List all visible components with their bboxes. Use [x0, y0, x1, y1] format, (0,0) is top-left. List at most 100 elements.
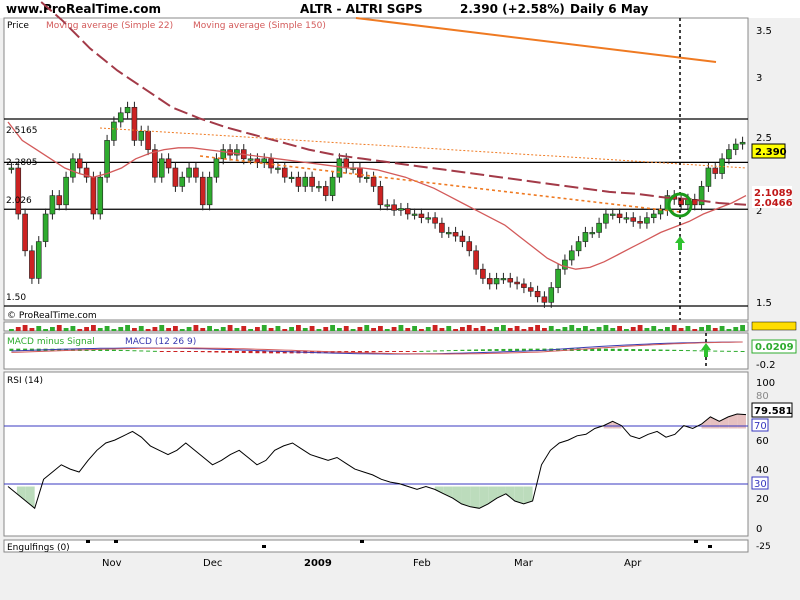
- candle-body: [35, 241, 42, 279]
- macd-bar: [651, 349, 656, 351]
- candle-body: [650, 213, 657, 218]
- volume-bar: [719, 326, 725, 331]
- volume-bar: [658, 329, 663, 331]
- macd-bar: [740, 350, 745, 352]
- price-legend-label: Price: [7, 21, 29, 31]
- engulfing-marker: [360, 540, 364, 543]
- macd-bar: [248, 351, 253, 354]
- candle-body: [193, 167, 199, 178]
- candle-body: [439, 222, 445, 233]
- volume-bar: [548, 326, 554, 331]
- rsi-tick-20: 20: [756, 494, 769, 505]
- macd-bar: [234, 351, 239, 353]
- candle-body: [514, 281, 520, 285]
- macd-axis-tick: -0.2: [756, 360, 776, 371]
- x-label-feb: Feb: [413, 558, 431, 569]
- volume-bar: [296, 325, 301, 331]
- macd-bar: [638, 349, 643, 351]
- volume-bar: [446, 326, 452, 331]
- volume-bar: [118, 327, 124, 331]
- macd-bar: [398, 351, 403, 352]
- candle-body: [104, 140, 110, 178]
- macd-bar: [685, 350, 690, 352]
- rsi-tick-60: 60: [756, 436, 769, 447]
- macd-bar: [699, 350, 704, 352]
- engulfing-marker: [708, 545, 712, 548]
- volume-bar: [583, 326, 588, 331]
- candle-body: [281, 167, 288, 178]
- candle-body: [29, 250, 35, 279]
- candle-body: [206, 176, 213, 206]
- volume-bar: [610, 328, 616, 331]
- volume-bar: [145, 329, 151, 331]
- macd-bar: [241, 351, 246, 354]
- macd-bar: [207, 351, 212, 353]
- volume-bar: [166, 328, 171, 331]
- candle-body: [8, 167, 15, 170]
- volume-bar: [138, 326, 144, 331]
- candle-body: [384, 204, 391, 207]
- volume-bar: [63, 328, 69, 331]
- volume-bar: [671, 325, 677, 331]
- candle-body: [616, 213, 623, 218]
- volume-bar: [364, 325, 370, 331]
- macd-hist-label: MACD minus Signal: [7, 337, 95, 347]
- rsi-70-value: 70: [754, 421, 767, 432]
- volume-bar: [453, 329, 458, 331]
- volume-bar: [36, 326, 42, 331]
- macd-bar: [713, 350, 718, 352]
- volume-bar: [227, 325, 233, 331]
- volume-bar: [323, 327, 329, 331]
- site-title[interactable]: www.ProRealTime.com: [6, 2, 161, 16]
- candle-body: [575, 241, 582, 252]
- candle-body: [70, 158, 76, 178]
- volume-bar: [214, 329, 219, 331]
- volume-bar: [268, 328, 274, 331]
- macd-bar: [228, 351, 233, 353]
- volume-bar: [234, 328, 240, 331]
- volume-bar: [330, 325, 335, 331]
- volume-bar: [43, 329, 48, 331]
- candle-body: [534, 290, 541, 298]
- volume-bar: [22, 325, 28, 331]
- candle-body: [726, 149, 732, 160]
- volume-bar: [617, 326, 622, 331]
- volume-bar: [309, 326, 315, 331]
- volume-bar: [9, 329, 14, 331]
- volume-bar: [173, 326, 178, 331]
- macd-bar: [515, 348, 520, 351]
- candle-body: [630, 217, 637, 222]
- volume-bar: [159, 325, 165, 331]
- engulfing-marker: [86, 540, 90, 543]
- volume-bar: [193, 325, 199, 331]
- rsi-tick-80: 80: [756, 391, 769, 402]
- candle-body: [691, 198, 698, 206]
- volume-bar: [685, 326, 691, 331]
- macd-bar: [658, 349, 663, 351]
- candle-body: [42, 213, 49, 242]
- macd-bar: [111, 349, 116, 351]
- macd-bar: [139, 350, 144, 352]
- macd-bar: [187, 351, 192, 352]
- candle-body: [295, 176, 302, 187]
- volume-bar: [637, 325, 643, 331]
- candle-body: [329, 176, 336, 196]
- candle-body: [377, 186, 384, 206]
- macd-bar: [255, 351, 260, 354]
- macd-bar: [692, 350, 697, 352]
- ma150-legend-label: Moving average (Simple 150): [193, 21, 326, 31]
- candle-body: [391, 204, 397, 211]
- macd-bar: [474, 349, 479, 351]
- macd-bar: [439, 350, 444, 352]
- volume-bar: [200, 328, 206, 331]
- candle-body: [459, 235, 466, 242]
- x-label-mar: Mar: [514, 558, 534, 569]
- candle-body: [548, 287, 555, 303]
- volume-bar: [630, 327, 636, 331]
- rsi-30-value: 30: [754, 479, 767, 490]
- volume-bar: [125, 325, 130, 331]
- candle-body: [644, 217, 650, 224]
- level-label-2-2805: 2.2805: [6, 158, 38, 168]
- volume-bar: [84, 327, 89, 331]
- instrument-name: ALTR - ALTRI SGPS: [300, 2, 423, 16]
